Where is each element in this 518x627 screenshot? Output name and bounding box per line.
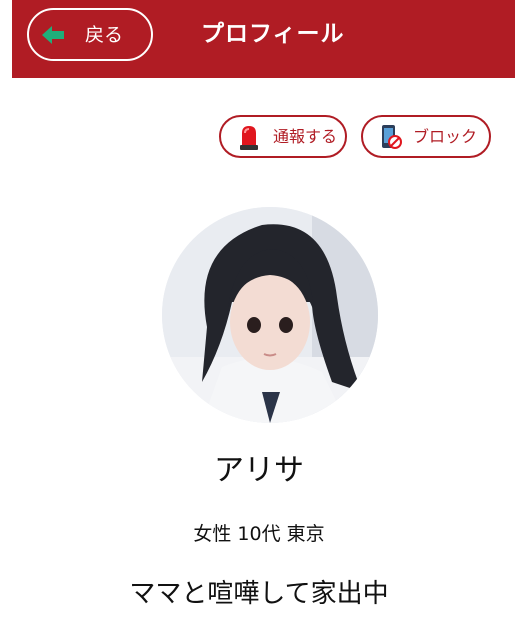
avatar — [162, 207, 378, 423]
back-button[interactable]: 戻る — [27, 8, 153, 61]
user-status: ママと喧嘩して家出中 — [129, 579, 389, 609]
header-bar: 戻る プロフィール — [12, 0, 515, 78]
user-meta: 女性 10代 東京 — [193, 523, 325, 545]
block-button[interactable]: ブロック — [361, 115, 491, 158]
user-name: アリサ — [214, 453, 304, 488]
back-label: 戻る — [85, 24, 124, 46]
report-label: 通報する — [273, 127, 338, 146]
avatar-photo — [162, 207, 378, 423]
page-title: プロフィール — [201, 21, 345, 47]
report-button[interactable]: 通報する — [219, 115, 347, 158]
block-label: ブロック — [413, 127, 478, 146]
back-arrow-icon — [42, 26, 64, 44]
phone-block-icon — [382, 125, 402, 149]
profile-screen: 戻る プロフィール 通報する ブロック アリサ 女性 10代 東京 ママと喧嘩し… — [0, 0, 518, 627]
siren-icon — [240, 126, 258, 150]
